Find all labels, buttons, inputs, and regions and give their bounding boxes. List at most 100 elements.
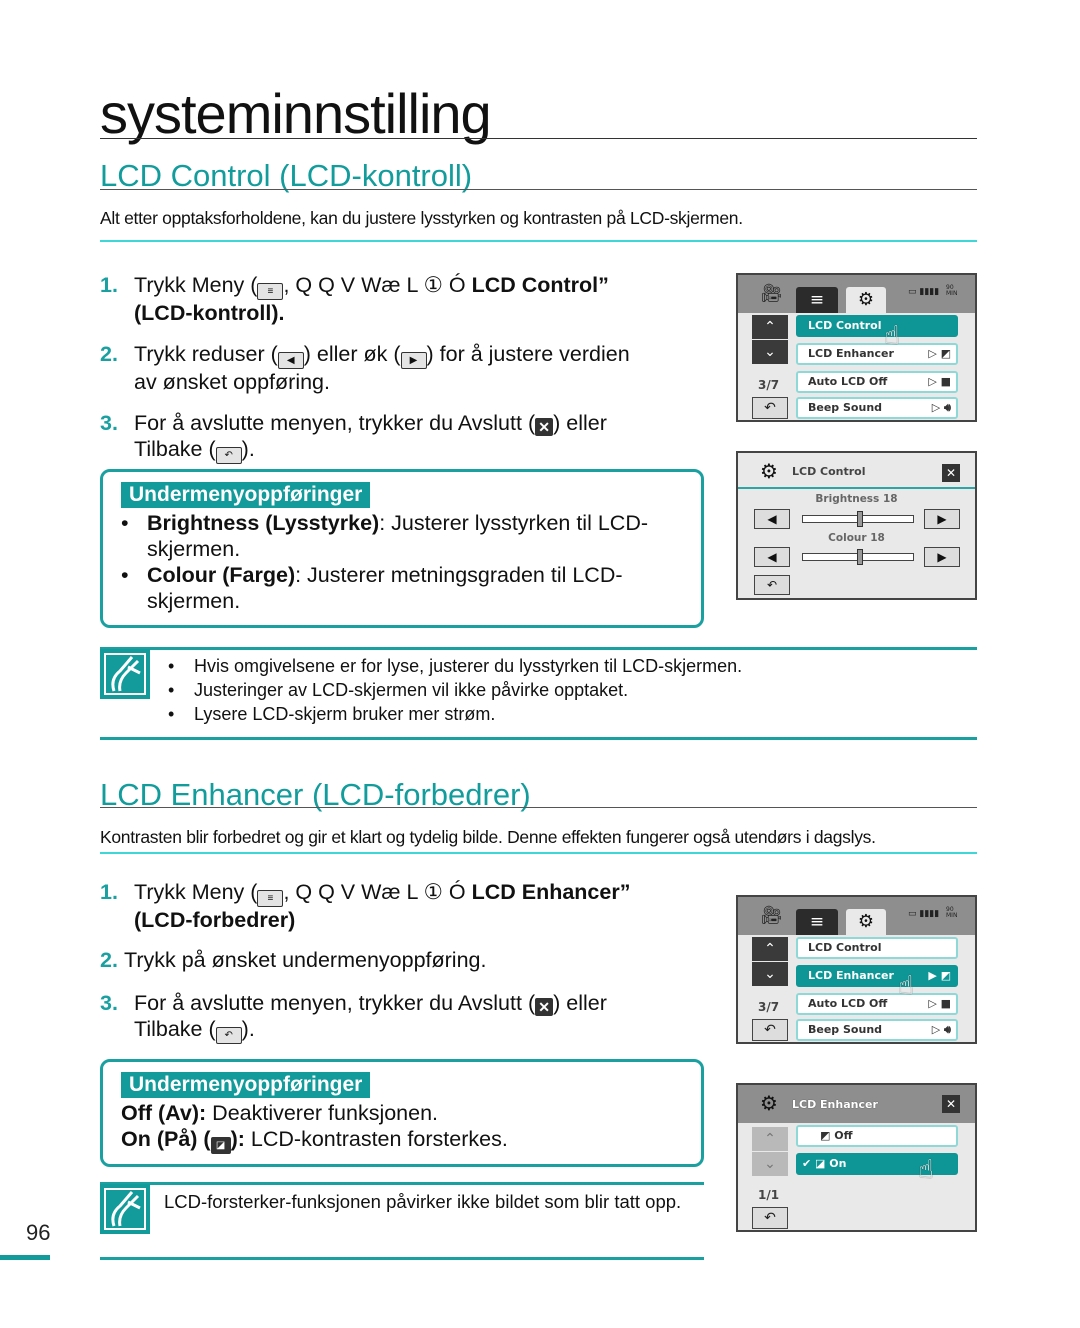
close-button[interactable]: ✕ [942,1095,960,1113]
brightness-increase-button[interactable]: ▶ [924,509,960,529]
submenu-desc: Deaktiverer funksjonen. [206,1101,439,1125]
item-label: Auto LCD Off [808,375,888,388]
step-3: 3. For å avslutte menyen, trykker du Avsl… [100,990,700,1044]
brightness-decrease-button[interactable]: ◀ [754,509,790,529]
enhancer-off-icon: ◩ [820,1129,835,1142]
tab-settings[interactable]: ⚙ [846,909,886,935]
page-number: 96 [26,1220,51,1245]
back-button[interactable]: ↶ [752,1019,788,1041]
step-text: Tilbake ( [134,437,216,461]
notes-list: Hvis omgivelsene er for lyse, justerer d… [168,654,968,726]
divider [100,852,977,854]
step-text: For å avslutte menyen, trykker du Avslut… [134,991,536,1015]
battery-time: 90 MIN [946,284,958,297]
menu-item-lcd-enhancer[interactable]: LCD Enhancer ▶ ◩ [796,965,958,987]
screen-header: ⚙ LCD Control ✕ [738,453,975,489]
colour-increase-button[interactable]: ▶ [924,547,960,567]
back-button[interactable]: ↶ [754,575,790,595]
enhancer-on-icon: ◪ [210,1137,231,1154]
section-rule [100,189,977,190]
slider-handle[interactable] [857,511,863,527]
section-intro: Kontrasten blir forbedret og gir et klar… [100,827,876,847]
step-number: 3. [100,411,118,435]
menu-item-lcd-control[interactable]: LCD Control [796,315,958,337]
step-text: ) eller [553,991,607,1015]
item-label: Beep Sound [808,401,883,414]
battery-icon: ▭ ▮▮▮▮ [908,287,940,297]
close-icon: ✕ [535,998,554,1016]
submenu-term: Colour (Farge) [147,563,296,587]
submenu-box: Undermenyoppføringer Brightness (Lysstyr… [100,469,704,628]
note-item: Justeringer av LCD-skjermen vil ikke påv… [168,678,968,702]
note-rule-top [100,1182,704,1185]
menu-item-lcd-control[interactable]: LCD Control [796,937,958,959]
menu-item-lcd-enhancer[interactable]: LCD Enhancer ▷ ◩ [796,343,958,365]
submenu-header: Undermenyoppføringer [121,482,371,508]
section-heading-lcd-control: LCD Control (LCD-kontroll) [100,158,473,193]
submenu-item: Off (Av): Deaktiverer funksjonen. [121,1100,683,1126]
step-text: ). [241,1017,255,1041]
scroll-down-button[interactable]: ⌄ [752,340,788,364]
step-number: 2. [100,948,118,972]
step-2: 2. Trykk reduser (◀) eller øk (▶) for å j… [100,341,700,395]
submenu-box: Undermenyoppføringer Off (Av): Deaktiver… [100,1059,704,1167]
lcd-off-icon: ▷ ■ [928,375,951,388]
submenu-header: Undermenyoppføringer [121,1072,371,1098]
slider-handle[interactable] [857,549,863,565]
colour-decrease-button[interactable]: ◀ [754,547,790,567]
scroll-up-button[interactable]: ⌃ [752,315,788,339]
step-text: Trykk Meny ( [134,880,258,904]
page-indicator: 1/1 [758,1188,780,1202]
back-button[interactable]: ↶ [752,397,788,419]
tab-menu[interactable]: ≡ [796,287,838,313]
screen-topbar: 🎥︎ ≡ ⚙ ▭ ▮▮▮▮ 90 MIN [738,275,975,313]
hand-pointer-icon: ☝ [898,971,914,1001]
step-number: 1. [100,273,118,297]
menu-item-auto-lcd-off[interactable]: Auto LCD Off ▷ ■ [796,371,958,393]
speaker-icon: ▷ 🔊︎ [931,1023,951,1036]
close-button[interactable]: ✕ [942,464,960,482]
submenu-term: On (På) ( [121,1127,211,1151]
option-label: On [829,1157,847,1170]
camera-menu-screen: 🎥︎ ≡ ⚙ ▭ ▮▮▮▮ 90 MIN ⌃ ⌄ 3/7 ↶ LCD Contr… [736,895,977,1044]
hand-pointer-icon: ☝ [884,321,900,351]
close-icon: ✕ [535,418,554,436]
divider [100,240,977,242]
page-indicator: 3/7 [758,378,780,392]
back-icon: ↶ [215,447,242,464]
step-text: Trykk på ønsket undermenyoppføring. [124,948,487,972]
step-text: , Q Q V Wæ L ① Ó [283,880,472,904]
screen-title: LCD Enhancer [792,1098,878,1111]
scroll-up-button[interactable]: ⌃ [752,1127,788,1151]
left-arrow-icon: ◀ [277,352,304,369]
option-label: Off [834,1129,853,1142]
colour-slider[interactable] [802,549,914,565]
step-text: av ønsket oppføring. [134,370,330,394]
scroll-down-button[interactable]: ⌄ [752,962,788,986]
scroll-up-button[interactable]: ⌃ [752,937,788,961]
scroll-down-button[interactable]: ⌄ [752,1152,788,1176]
screen-header: ⚙ LCD Enhancer ✕ [738,1085,975,1123]
brightness-slider[interactable] [802,511,914,527]
section-heading-lcd-enhancer: LCD Enhancer (LCD-forbedrer) [100,777,531,812]
menu-item-beep-sound[interactable]: Beep Sound ▷ 🔊︎ [796,1019,958,1041]
battery-icon: ▭ ▮▮▮▮ [908,909,940,919]
menu-item-beep-sound[interactable]: Beep Sound ▷ 🔊︎ [796,397,958,419]
menu-icon: ≡ [257,890,284,907]
item-label: LCD Control [808,941,882,954]
section-intro: Alt etter opptaksforholdene, kan du just… [100,208,743,228]
step-text: ). [241,437,255,461]
tab-menu[interactable]: ≡ [796,909,838,935]
step-bold: (LCD-forbedrer) [134,908,296,932]
menu-item-auto-lcd-off[interactable]: Auto LCD Off ▷ ■ [796,993,958,1015]
step-text: ) eller øk ( [303,342,401,366]
gear-icon: ⚙ [857,911,875,932]
tab-settings[interactable]: ⚙ [846,287,886,313]
lcd-enhancer-screen: ⚙ LCD Enhancer ✕ ⌃ ⌄ 1/1 ↶ ◩ Off ✔ ◪ On … [736,1083,977,1232]
note-icon [100,1184,150,1234]
gear-icon: ⚙ [760,1091,778,1115]
option-off[interactable]: ◩ Off [796,1125,958,1147]
lcd-control-screen: ⚙ LCD Control ✕ Brightness 18 ◀ ▶ Colour… [736,451,977,600]
back-button[interactable]: ↶ [752,1207,788,1229]
step-number: 1. [100,880,118,904]
